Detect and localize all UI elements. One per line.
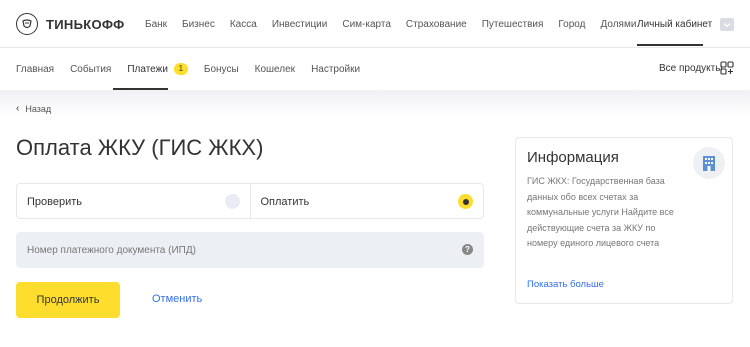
tab-bonuses-label: Бонусы — [203, 63, 239, 75]
tab-payments-label: Платежи — [127, 63, 168, 75]
option-check-label: Проверить — [27, 196, 83, 208]
top-nav-kassa[interactable]: Касса — [230, 19, 257, 30]
top-nav-dolyami[interactable]: Долями — [600, 19, 636, 30]
cabinet-active-indicator — [637, 44, 703, 46]
top-nav-business[interactable]: Бизнес — [182, 19, 215, 30]
brand-name: ТИНЬКОФФ — [46, 16, 125, 32]
page-title: Оплата ЖКУ (ГИС ЖКХ) — [16, 135, 264, 160]
tab-settings[interactable]: Настройки — [311, 64, 360, 75]
tinkoff-emblem-icon — [16, 13, 38, 35]
cabinet-nav: Главная События Платежи 1 Бонусы Кошелек… — [0, 48, 750, 90]
tab-main-label: Главная — [16, 63, 55, 75]
option-pay[interactable]: Оплатить — [249, 184, 484, 218]
back-label: Назад — [25, 103, 52, 114]
option-pay-label: Оплатить — [260, 196, 310, 208]
show-more-link[interactable]: Показать больше — [527, 279, 604, 290]
action-selector: Проверить Оплатить — [16, 183, 484, 219]
all-products-link[interactable]: Все продукты — [659, 63, 722, 74]
option-check[interactable]: Проверить — [17, 184, 250, 218]
document-number-input[interactable] — [16, 232, 484, 268]
tab-bonuses[interactable]: Бонусы — [204, 64, 239, 75]
brand-logo[interactable]: ТИНЬКОФФ — [16, 13, 124, 35]
top-nav-sim-card[interactable]: Сим-карта — [342, 19, 391, 30]
continue-button[interactable]: Продолжить — [16, 282, 120, 318]
subnav-shadow — [0, 90, 750, 118]
option-pay-radio[interactable] — [458, 194, 473, 209]
tab-wallet-label: Кошелек — [254, 63, 296, 75]
top-bar: ТИНЬКОФФ Банк Бизнес Касса Инвестиции Си… — [0, 0, 750, 48]
top-nav-city[interactable]: Город — [558, 19, 585, 30]
tab-events[interactable]: События — [70, 64, 111, 75]
document-number-field: ? — [16, 232, 484, 268]
account-dropdown-icon[interactable] — [720, 18, 734, 31]
back-link[interactable]: ‹ Назад — [16, 103, 51, 114]
top-nav-bank[interactable]: Банк — [145, 19, 167, 30]
tab-main[interactable]: Главная — [16, 64, 54, 75]
top-nav-travel[interactable]: Путешествия — [482, 19, 544, 30]
top-nav-investments[interactable]: Инвестиции — [272, 19, 328, 30]
building-icon — [693, 147, 725, 179]
help-icon[interactable]: ? — [462, 244, 473, 255]
tab-settings-label: Настройки — [311, 63, 361, 75]
tab-wallet[interactable]: Кошелек — [255, 64, 295, 75]
chevron-left-icon: ‹ — [16, 103, 20, 114]
info-title: Информация — [527, 149, 619, 166]
info-text-fade — [527, 246, 687, 266]
personal-cabinet-link[interactable]: Личный кабинет — [637, 19, 712, 30]
top-nav-insurance[interactable]: Страхование — [406, 19, 467, 30]
top-nav: Банк Бизнес Касса Инвестиции Сим-карта С… — [145, 19, 651, 30]
option-check-radio[interactable] — [224, 194, 240, 209]
add-product-icon[interactable] — [720, 61, 734, 75]
cancel-link[interactable]: Отменить — [152, 293, 202, 305]
info-card: Информация ГИС ЖКХ: Государственная база… — [515, 137, 733, 304]
payments-count-badge: 1 — [173, 63, 188, 75]
tab-events-label: События — [70, 63, 112, 75]
tab-payments[interactable]: Платежи 1 — [127, 63, 188, 75]
